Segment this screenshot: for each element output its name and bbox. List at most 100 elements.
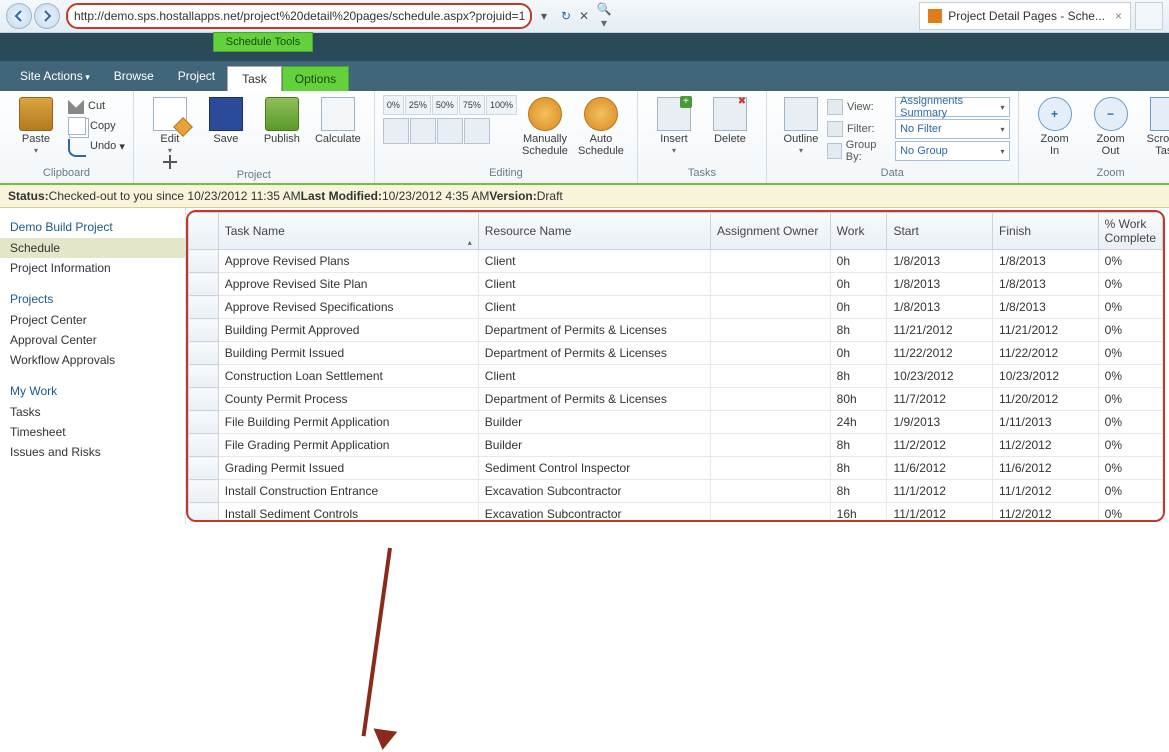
cell-resource[interactable]: Builder — [478, 411, 710, 434]
cell-work[interactable]: 24h — [830, 411, 887, 434]
indent-left-button[interactable] — [383, 118, 409, 144]
table-row[interactable]: Approve Revised SpecificationsClient0h1/… — [189, 296, 1163, 319]
cell-resource[interactable]: Client — [478, 296, 710, 319]
nav-header-projects[interactable]: Projects — [10, 292, 175, 306]
publish-button[interactable]: Publish — [254, 95, 310, 145]
paste-button[interactable]: Paste — [8, 95, 64, 157]
search-dropdown-icon[interactable]: 🔍▾ — [596, 2, 612, 30]
outline-button[interactable]: Outline — [775, 95, 827, 157]
table-row[interactable]: File Grading Permit ApplicationBuilder8h… — [189, 434, 1163, 457]
cell-work[interactable]: 0h — [830, 250, 887, 273]
cell-resource[interactable]: Excavation Subcontractor — [478, 480, 710, 503]
cell-work[interactable]: 80h — [830, 388, 887, 411]
cell-pct[interactable]: 0% — [1098, 411, 1162, 434]
nav-item-workflow-approvals[interactable]: Workflow Approvals — [10, 350, 175, 370]
link-button[interactable] — [437, 118, 463, 144]
new-tab-button[interactable] — [1135, 2, 1163, 30]
cell-start[interactable]: 11/2/2012 — [887, 434, 993, 457]
cell-task[interactable]: Building Permit Issued — [218, 342, 478, 365]
stop-button[interactable]: ✕ — [576, 9, 592, 23]
row-header[interactable] — [189, 411, 219, 434]
row-header[interactable] — [189, 480, 219, 503]
col-pct-work-complete[interactable]: % Work Complete — [1098, 213, 1162, 250]
address-bar[interactable]: http://demo.sps.hostallapps.net/project%… — [66, 3, 532, 29]
cell-start[interactable]: 11/21/2012 — [887, 319, 993, 342]
cell-resource[interactable]: Sediment Control Inspector — [478, 457, 710, 480]
cell-owner[interactable] — [710, 411, 830, 434]
save-button[interactable]: Save — [198, 95, 254, 145]
cell-finish[interactable]: 11/21/2012 — [993, 319, 1099, 342]
edit-button[interactable]: Edit — [142, 95, 198, 157]
row-header[interactable] — [189, 388, 219, 411]
nav-item-tasks[interactable]: Tasks — [10, 402, 175, 422]
nav-header-project[interactable]: Demo Build Project — [10, 220, 175, 234]
row-header[interactable] — [189, 273, 219, 296]
schedule-grid[interactable]: Task Name Resource Name Assignment Owner… — [188, 212, 1163, 522]
cell-resource[interactable]: Builder — [478, 434, 710, 457]
cell-start[interactable]: 10/23/2012 — [887, 365, 993, 388]
row-header[interactable] — [189, 250, 219, 273]
row-header[interactable] — [189, 342, 219, 365]
table-row[interactable]: Grading Permit IssuedSediment Control In… — [189, 457, 1163, 480]
tab-options[interactable]: Options — [282, 66, 349, 91]
cell-resource[interactable]: Client — [478, 250, 710, 273]
table-row[interactable]: Approve Revised Site PlanClient0h1/8/201… — [189, 273, 1163, 296]
tab-project[interactable]: Project — [166, 63, 227, 91]
table-row[interactable]: Install Sediment ControlsExcavation Subc… — [189, 503, 1163, 523]
table-row[interactable]: County Permit ProcessDepartment of Permi… — [189, 388, 1163, 411]
pct-50-button[interactable]: 50% — [432, 95, 458, 115]
cell-start[interactable]: 1/9/2013 — [887, 411, 993, 434]
row-header[interactable] — [189, 296, 219, 319]
cell-pct[interactable]: 0% — [1098, 480, 1162, 503]
table-row[interactable]: Construction Loan SettlementClient 8h10/2… — [189, 365, 1163, 388]
col-work[interactable]: Work — [830, 213, 887, 250]
cell-work[interactable]: 8h — [830, 365, 887, 388]
cell-resource[interactable]: Client — [478, 365, 710, 388]
cell-finish[interactable]: 11/22/2012 — [993, 342, 1099, 365]
cell-resource[interactable]: Department of Permits & Licenses — [478, 319, 710, 342]
cell-work[interactable]: 0h — [830, 342, 887, 365]
cell-resource[interactable]: Department of Permits & Licenses — [478, 342, 710, 365]
cell-task[interactable]: Approve Revised Specifications — [218, 296, 478, 319]
cell-work[interactable]: 8h — [830, 457, 887, 480]
nav-item-issues-risks[interactable]: Issues and Risks — [10, 442, 175, 462]
pct-25-button[interactable]: 25% — [405, 95, 431, 115]
row-header[interactable] — [189, 319, 219, 342]
cell-task[interactable]: Construction Loan Settlement — [218, 365, 478, 388]
cell-start[interactable]: 1/8/2013 — [887, 250, 993, 273]
cell-task[interactable]: Approve Revised Site Plan — [218, 273, 478, 296]
table-row[interactable]: File Building Permit ApplicationBuilder2… — [189, 411, 1163, 434]
nav-item-project-center[interactable]: Project Center — [10, 310, 175, 330]
zoom-in-button[interactable]: ZoomIn — [1027, 95, 1083, 157]
nav-item-timesheet[interactable]: Timesheet — [10, 422, 175, 442]
row-header[interactable] — [189, 434, 219, 457]
col-resource-name[interactable]: Resource Name — [478, 213, 710, 250]
tab-close-button[interactable]: × — [1115, 9, 1122, 23]
cell-pct[interactable]: 0% — [1098, 250, 1162, 273]
cell-pct[interactable]: 0% — [1098, 457, 1162, 480]
row-header[interactable] — [189, 457, 219, 480]
cell-resource[interactable]: Client — [478, 273, 710, 296]
cell-owner[interactable] — [710, 457, 830, 480]
cell-start[interactable]: 1/8/2013 — [887, 296, 993, 319]
delete-button[interactable]: Delete — [702, 95, 758, 145]
cell-finish[interactable]: 1/8/2013 — [993, 296, 1099, 319]
col-start[interactable]: Start — [887, 213, 993, 250]
site-actions-menu[interactable]: Site Actions — [8, 63, 102, 91]
calculate-button[interactable]: Calculate — [310, 95, 366, 145]
pct-0-button[interactable]: 0% — [383, 95, 404, 115]
cell-finish[interactable]: 11/6/2012 — [993, 457, 1099, 480]
col-assignment-owner[interactable]: Assignment Owner — [710, 213, 830, 250]
table-row[interactable]: Approve Revised PlansClient0h1/8/20131/8… — [189, 250, 1163, 273]
tab-browse[interactable]: Browse — [102, 63, 166, 91]
undo-button[interactable]: Undo ▾ — [68, 137, 125, 155]
unlink-button[interactable] — [464, 118, 490, 144]
cell-finish[interactable]: 11/2/2012 — [993, 503, 1099, 523]
pct-75-button[interactable]: 75% — [459, 95, 485, 115]
cell-pct[interactable]: 0% — [1098, 342, 1162, 365]
pct-100-button[interactable]: 100% — [486, 95, 517, 115]
cell-pct[interactable]: 0% — [1098, 365, 1162, 388]
cell-start[interactable]: 11/22/2012 — [887, 342, 993, 365]
cell-work[interactable]: 8h — [830, 480, 887, 503]
cell-task[interactable]: Grading Permit Issued — [218, 457, 478, 480]
